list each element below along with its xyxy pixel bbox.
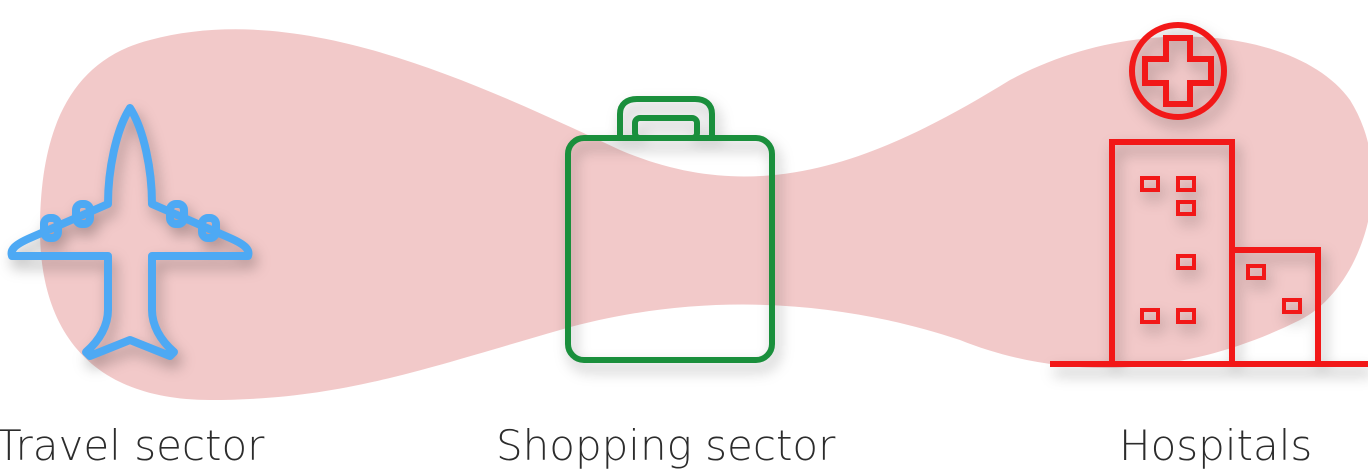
- hospitals-label: Hospitals: [1119, 421, 1313, 470]
- shopping-sector-label: Shopping sector: [496, 421, 836, 470]
- travel-sector-label: Travel sector: [0, 421, 265, 470]
- airplane-icon: [0, 100, 260, 370]
- hospital-icon: [1050, 12, 1368, 370]
- briefcase-icon: [565, 96, 775, 366]
